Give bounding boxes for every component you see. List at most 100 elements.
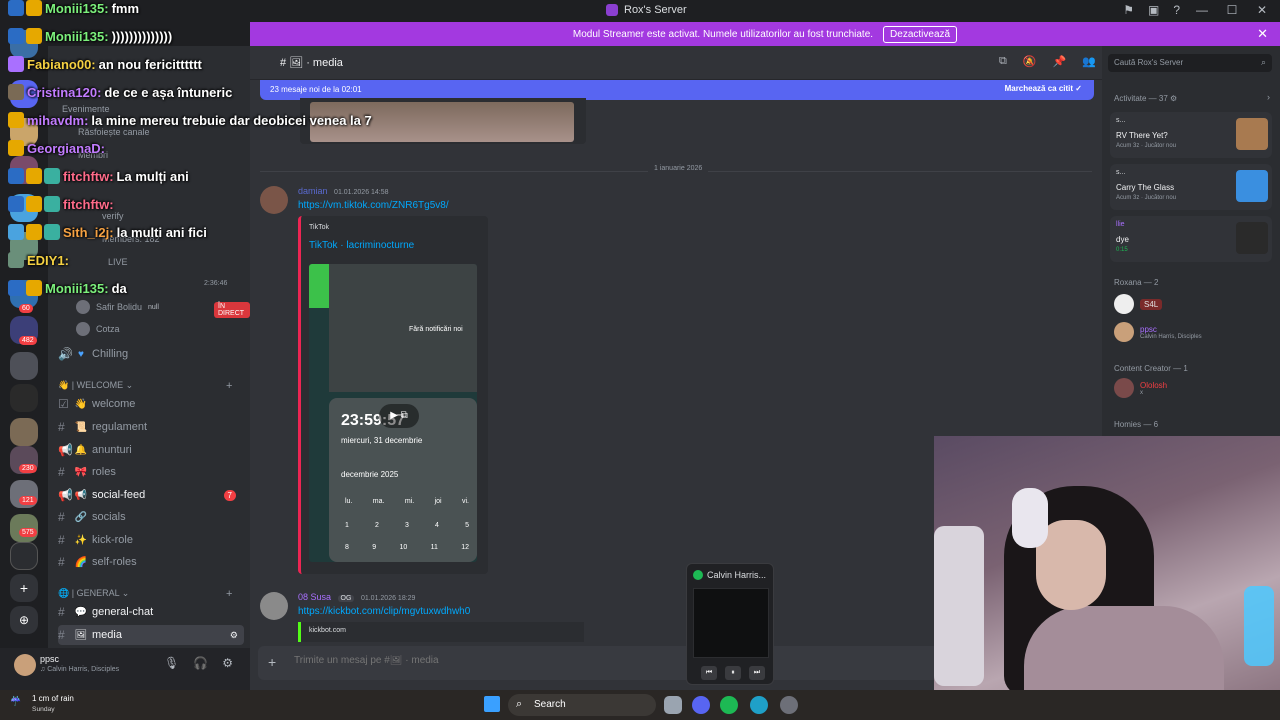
channel-regulament[interactable]: # 📜 regulament bbox=[58, 417, 244, 437]
channel-kick-role[interactable]: # ✨ kick-role bbox=[58, 530, 244, 550]
mark-read-button[interactable]: Marchează ca citit ✓ bbox=[1005, 84, 1082, 93]
channel-self-roles[interactable]: # 🌈 self-roles bbox=[58, 552, 244, 572]
add-channel-icon[interactable]: + bbox=[226, 380, 232, 392]
message-input[interactable] bbox=[294, 655, 594, 666]
add-server-button[interactable]: + bbox=[10, 574, 38, 602]
embed-video[interactable]: Fără notificări noi 23:59:57 ▶ ⧉ miercur… bbox=[309, 264, 477, 562]
inbox-icon[interactable]: ⚑ bbox=[1123, 3, 1134, 17]
video-text: 8 9 10 11 12 bbox=[345, 544, 469, 551]
webcam-chair bbox=[934, 526, 984, 686]
headphones-icon[interactable]: 🎧 bbox=[193, 656, 208, 670]
activity-card[interactable]: s... RV There Yet? Acum 3z · Jucător nou bbox=[1110, 112, 1272, 158]
avatar[interactable] bbox=[14, 654, 36, 676]
message-link[interactable]: https://vm.tiktok.com/ZNR6Tg5v8/ bbox=[298, 200, 449, 211]
embed-provider: kickbot.com bbox=[309, 627, 346, 634]
screen-icon[interactable]: ▣ bbox=[1148, 3, 1159, 17]
server-icon[interactable] bbox=[10, 352, 38, 380]
discord-icon[interactable] bbox=[692, 696, 710, 714]
server-icon[interactable] bbox=[10, 542, 38, 570]
settings-icon[interactable] bbox=[780, 696, 798, 714]
threads-icon[interactable]: ⧉ bbox=[999, 55, 1007, 68]
message-link[interactable]: https://kickbot.com/clip/mgvtuxwdhwh0 bbox=[298, 606, 470, 617]
window-thumbnail[interactable] bbox=[693, 588, 769, 658]
voice-channel-chilling[interactable]: 🔊 ♥ Chilling bbox=[58, 344, 244, 364]
channel-general-chat[interactable]: # 💬 general-chat bbox=[58, 602, 244, 622]
category-general[interactable]: 🌐 | GENERAL ⌄ + bbox=[58, 588, 232, 600]
chevron-right-icon[interactable]: › bbox=[1267, 92, 1270, 102]
channel-social-feed[interactable]: 📢 📢 social-feed 7 bbox=[58, 485, 244, 505]
message-author[interactable]: 08 Susa bbox=[298, 592, 331, 602]
settings-icon[interactable]: ⚙ bbox=[230, 630, 238, 641]
avatar bbox=[76, 322, 90, 336]
voice-user[interactable]: Cotza bbox=[76, 322, 120, 336]
heart-icon: ♥ bbox=[78, 348, 84, 360]
activity-card[interactable]: llie dye 0:15 bbox=[1110, 216, 1272, 262]
maximize-button[interactable]: ☐ bbox=[1224, 3, 1240, 17]
close-window-button[interactable]: ✕ bbox=[1254, 3, 1270, 17]
hash-icon: # bbox=[58, 420, 65, 434]
embed-title[interactable]: TikTok · lacriminocturne bbox=[309, 240, 414, 251]
member-item[interactable]: ppsc Calvin Harris, Disciples bbox=[1114, 322, 1202, 342]
embed-provider: TikTok bbox=[309, 224, 329, 231]
new-messages-bar[interactable]: 23 mesaje noi de la 02:01 Marchează ca c… bbox=[260, 80, 1094, 100]
channel-socials[interactable]: # 🔗 socials bbox=[58, 507, 244, 527]
member-item[interactable]: S4L bbox=[1114, 294, 1163, 314]
message-timestamp: 01.01.2026 18:29 bbox=[360, 595, 416, 602]
explore-button[interactable]: ⊕ bbox=[10, 606, 38, 634]
avatar bbox=[1114, 378, 1134, 398]
server-icon[interactable] bbox=[10, 384, 38, 412]
member-item[interactable]: Ololosh x bbox=[1114, 378, 1167, 398]
file-explorer-icon[interactable] bbox=[664, 696, 682, 714]
minimize-button[interactable]: — bbox=[1194, 3, 1210, 17]
category-welcome[interactable]: 👋 | WELCOME ⌄ + bbox=[58, 380, 232, 392]
spotify-preview[interactable]: Calvin Harris... ⏮ ⏸ ⏭ bbox=[686, 563, 774, 685]
play-icon[interactable]: ▶ ⧉ bbox=[379, 404, 419, 428]
streamer-mode-banner: Modul Streamer este activat. Numele util… bbox=[250, 22, 1280, 46]
spotify-icon bbox=[693, 570, 703, 580]
edge-icon[interactable] bbox=[750, 696, 768, 714]
microphone-icon[interactable]: 🎙 bbox=[164, 656, 179, 670]
activity-card[interactable]: s... Carry The Glass Acum 3z · Jucător n… bbox=[1110, 164, 1272, 210]
members-icon[interactable]: 👥 bbox=[1082, 55, 1096, 68]
video-text: miercuri, 31 decembrie bbox=[341, 436, 423, 445]
overlay-message: fitchftw: bbox=[8, 196, 117, 212]
previous-track-button[interactable]: ⏮ bbox=[701, 666, 717, 680]
channel-anunturi[interactable]: 📢 🔔 anunturi bbox=[58, 440, 244, 460]
search-icon: ⌕ bbox=[516, 698, 523, 710]
pin-icon[interactable]: 📌 bbox=[1053, 55, 1067, 68]
overlay-message: EDIY1: bbox=[8, 252, 72, 268]
weather-widget[interactable]: ☔ 1 cm of rain Sunday bbox=[10, 694, 74, 715]
hash-icon: # bbox=[58, 465, 65, 479]
pause-button[interactable]: ⏸ bbox=[725, 666, 741, 680]
user-panel: ppsc ♫ Calvin Harris, Disciples 🎙 🎧 ⚙ bbox=[0, 648, 250, 690]
hash-icon: # bbox=[58, 533, 65, 547]
disable-streamer-button[interactable]: Dezactivează bbox=[883, 25, 958, 43]
spotify-icon[interactable] bbox=[720, 696, 738, 714]
webcam-headset bbox=[1012, 488, 1048, 548]
overlay-message: Fabiano00: an nou fericitttttt bbox=[8, 56, 202, 72]
voice-user[interactable]: Safir Bolidu null bbox=[76, 300, 159, 314]
windows-start-icon[interactable] bbox=[484, 696, 500, 712]
unread-badge: 575 bbox=[19, 528, 37, 537]
server-icon[interactable] bbox=[10, 418, 38, 446]
search-input[interactable]: Caută Rox's Server ⌕ bbox=[1108, 54, 1272, 72]
help-icon[interactable]: ? bbox=[1173, 3, 1180, 17]
add-attachment-icon[interactable]: + bbox=[268, 654, 276, 670]
user-activity: ♫ Calvin Harris, Disciples bbox=[40, 666, 120, 673]
add-channel-icon[interactable]: + bbox=[226, 588, 232, 600]
channel-welcome[interactable]: ☑ 👋 welcome bbox=[58, 394, 244, 414]
avatar bbox=[76, 300, 90, 314]
close-icon[interactable]: ✕ bbox=[1257, 26, 1268, 42]
settings-icon[interactable]: ⚙ bbox=[222, 656, 233, 670]
unread-badge: 7 bbox=[223, 489, 236, 501]
next-track-button[interactable]: ⏭ bbox=[749, 666, 765, 680]
channel-roles[interactable]: # 🎀 roles bbox=[58, 462, 244, 482]
channel-media[interactable]: # 🖼 media ⚙ bbox=[58, 625, 244, 645]
mute-icon[interactable]: 🔕 bbox=[1023, 55, 1037, 68]
role-header: Roxana — 2 bbox=[1114, 278, 1159, 287]
taskbar-search[interactable]: ⌕ Search bbox=[508, 694, 656, 716]
overlay-message: mihavdm: la mine mereu trebuie dar deobi… bbox=[8, 112, 372, 128]
avatar bbox=[1114, 322, 1134, 342]
avatar[interactable] bbox=[260, 592, 288, 620]
video-frame bbox=[309, 264, 329, 308]
